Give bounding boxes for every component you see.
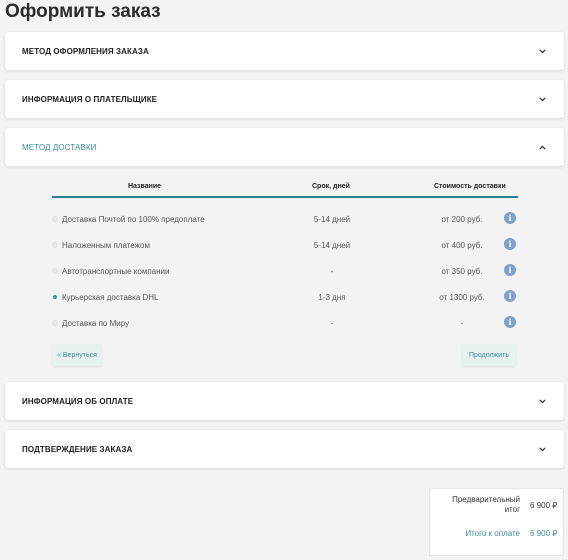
subtotal-value: 6 900 ₽ <box>530 501 558 510</box>
delivery-price: от 1300 руб. <box>439 293 485 302</box>
table-row[interactable]: Доставка Почтой по 100% предоплате 5-14 … <box>52 210 518 230</box>
order-summary: Предварительный итог 6 900 ₽ Итого к опл… <box>429 488 564 556</box>
section-title: ПОДТВЕРЖДЕНИЕ ЗАКАЗА <box>22 444 133 454</box>
delivery-term: - <box>330 319 334 328</box>
delivery-term: - <box>330 267 334 276</box>
table-row[interactable]: Доставка по Миру - - i <box>52 314 518 334</box>
chevron-down-icon[interactable] <box>539 446 547 452</box>
section-payment-info[interactable]: ИНФОРМАЦИЯ ОБ ОПЛАТЕ <box>5 382 564 420</box>
delivery-name: Автотранспортные компании <box>62 267 170 276</box>
info-icon[interactable]: i <box>504 290 516 302</box>
back-button[interactable]: « Вернуться <box>52 344 102 366</box>
section-confirmation[interactable]: ПОДТВЕРЖДЕНИЕ ЗАКАЗА <box>5 430 564 468</box>
delivery-price: от 350 руб. <box>441 267 483 276</box>
delivery-radio[interactable] <box>52 242 58 248</box>
column-header-price: Стоимость доставки <box>434 183 506 190</box>
section-title: МЕТОД ДОСТАВКИ <box>22 142 97 152</box>
section-payer-info[interactable]: ИНФОРМАЦИЯ О ПЛАТЕЛЬЩИКЕ <box>5 80 564 118</box>
delivery-radio[interactable] <box>52 320 58 326</box>
table-row[interactable]: Курьерская доставка DHL 1-3 дня от 1300 … <box>52 288 518 308</box>
total-label: Итого к оплате <box>465 529 520 538</box>
delivery-radio-selected[interactable] <box>53 295 57 299</box>
delivery-table: Название Срок, дней Стоимость доставки Д… <box>52 176 518 328</box>
delivery-name: Доставка Почтой по 100% предоплате <box>62 215 205 224</box>
subtotal-label: Предварительный итог <box>452 495 520 514</box>
delivery-price: от 400 руб. <box>441 241 483 250</box>
chevron-down-icon[interactable] <box>539 96 547 102</box>
chevron-up-icon[interactable] <box>539 145 547 150</box>
continue-button[interactable]: Продолжить <box>462 344 516 366</box>
delivery-term: 5-14 дней <box>313 241 351 250</box>
column-header-name: Название <box>128 183 162 190</box>
info-icon[interactable]: i <box>504 264 516 276</box>
section-delivery-method[interactable]: МЕТОД ДОСТАВКИ <box>5 128 564 166</box>
section-title: ИНФОРМАЦИЯ ОБ ОПЛАТЕ <box>22 396 134 406</box>
table-row[interactable]: Наложенным платежом 5-14 дней от 400 руб… <box>52 236 518 256</box>
total-value: 6 900 ₽ <box>530 529 558 538</box>
chevron-down-icon[interactable] <box>539 48 547 54</box>
delivery-term: 1-3 дня <box>318 293 346 302</box>
delivery-name: Наложенным платежом <box>62 241 150 250</box>
section-order-method[interactable]: МЕТОД ОФОРМЛЕНИЯ ЗАКАЗА <box>5 32 564 70</box>
delivery-name: Курьерская доставка DHL <box>62 293 159 302</box>
delivery-radio[interactable] <box>52 216 58 222</box>
delivery-price: от 200 руб. <box>441 215 483 224</box>
section-title: ИНФОРМАЦИЯ О ПЛАТЕЛЬЩИКЕ <box>22 94 158 104</box>
delivery-radio[interactable] <box>52 268 58 274</box>
delivery-term: 5-14 дней <box>313 215 351 224</box>
delivery-name: Доставка по Миру <box>62 319 130 328</box>
info-icon[interactable]: i <box>504 212 516 224</box>
table-header: Название Срок, дней Стоимость доставки <box>52 176 518 198</box>
delivery-price: - <box>460 319 464 328</box>
chevron-down-icon[interactable] <box>539 398 547 404</box>
info-icon[interactable]: i <box>504 316 516 328</box>
info-icon[interactable]: i <box>504 238 516 250</box>
table-row[interactable]: Автотранспортные компании - от 350 руб. … <box>52 262 518 282</box>
section-title: МЕТОД ОФОРМЛЕНИЯ ЗАКАЗА <box>22 46 149 56</box>
page-title: Оформить заказ <box>5 1 161 22</box>
column-header-term: Срок, дней <box>312 183 350 190</box>
